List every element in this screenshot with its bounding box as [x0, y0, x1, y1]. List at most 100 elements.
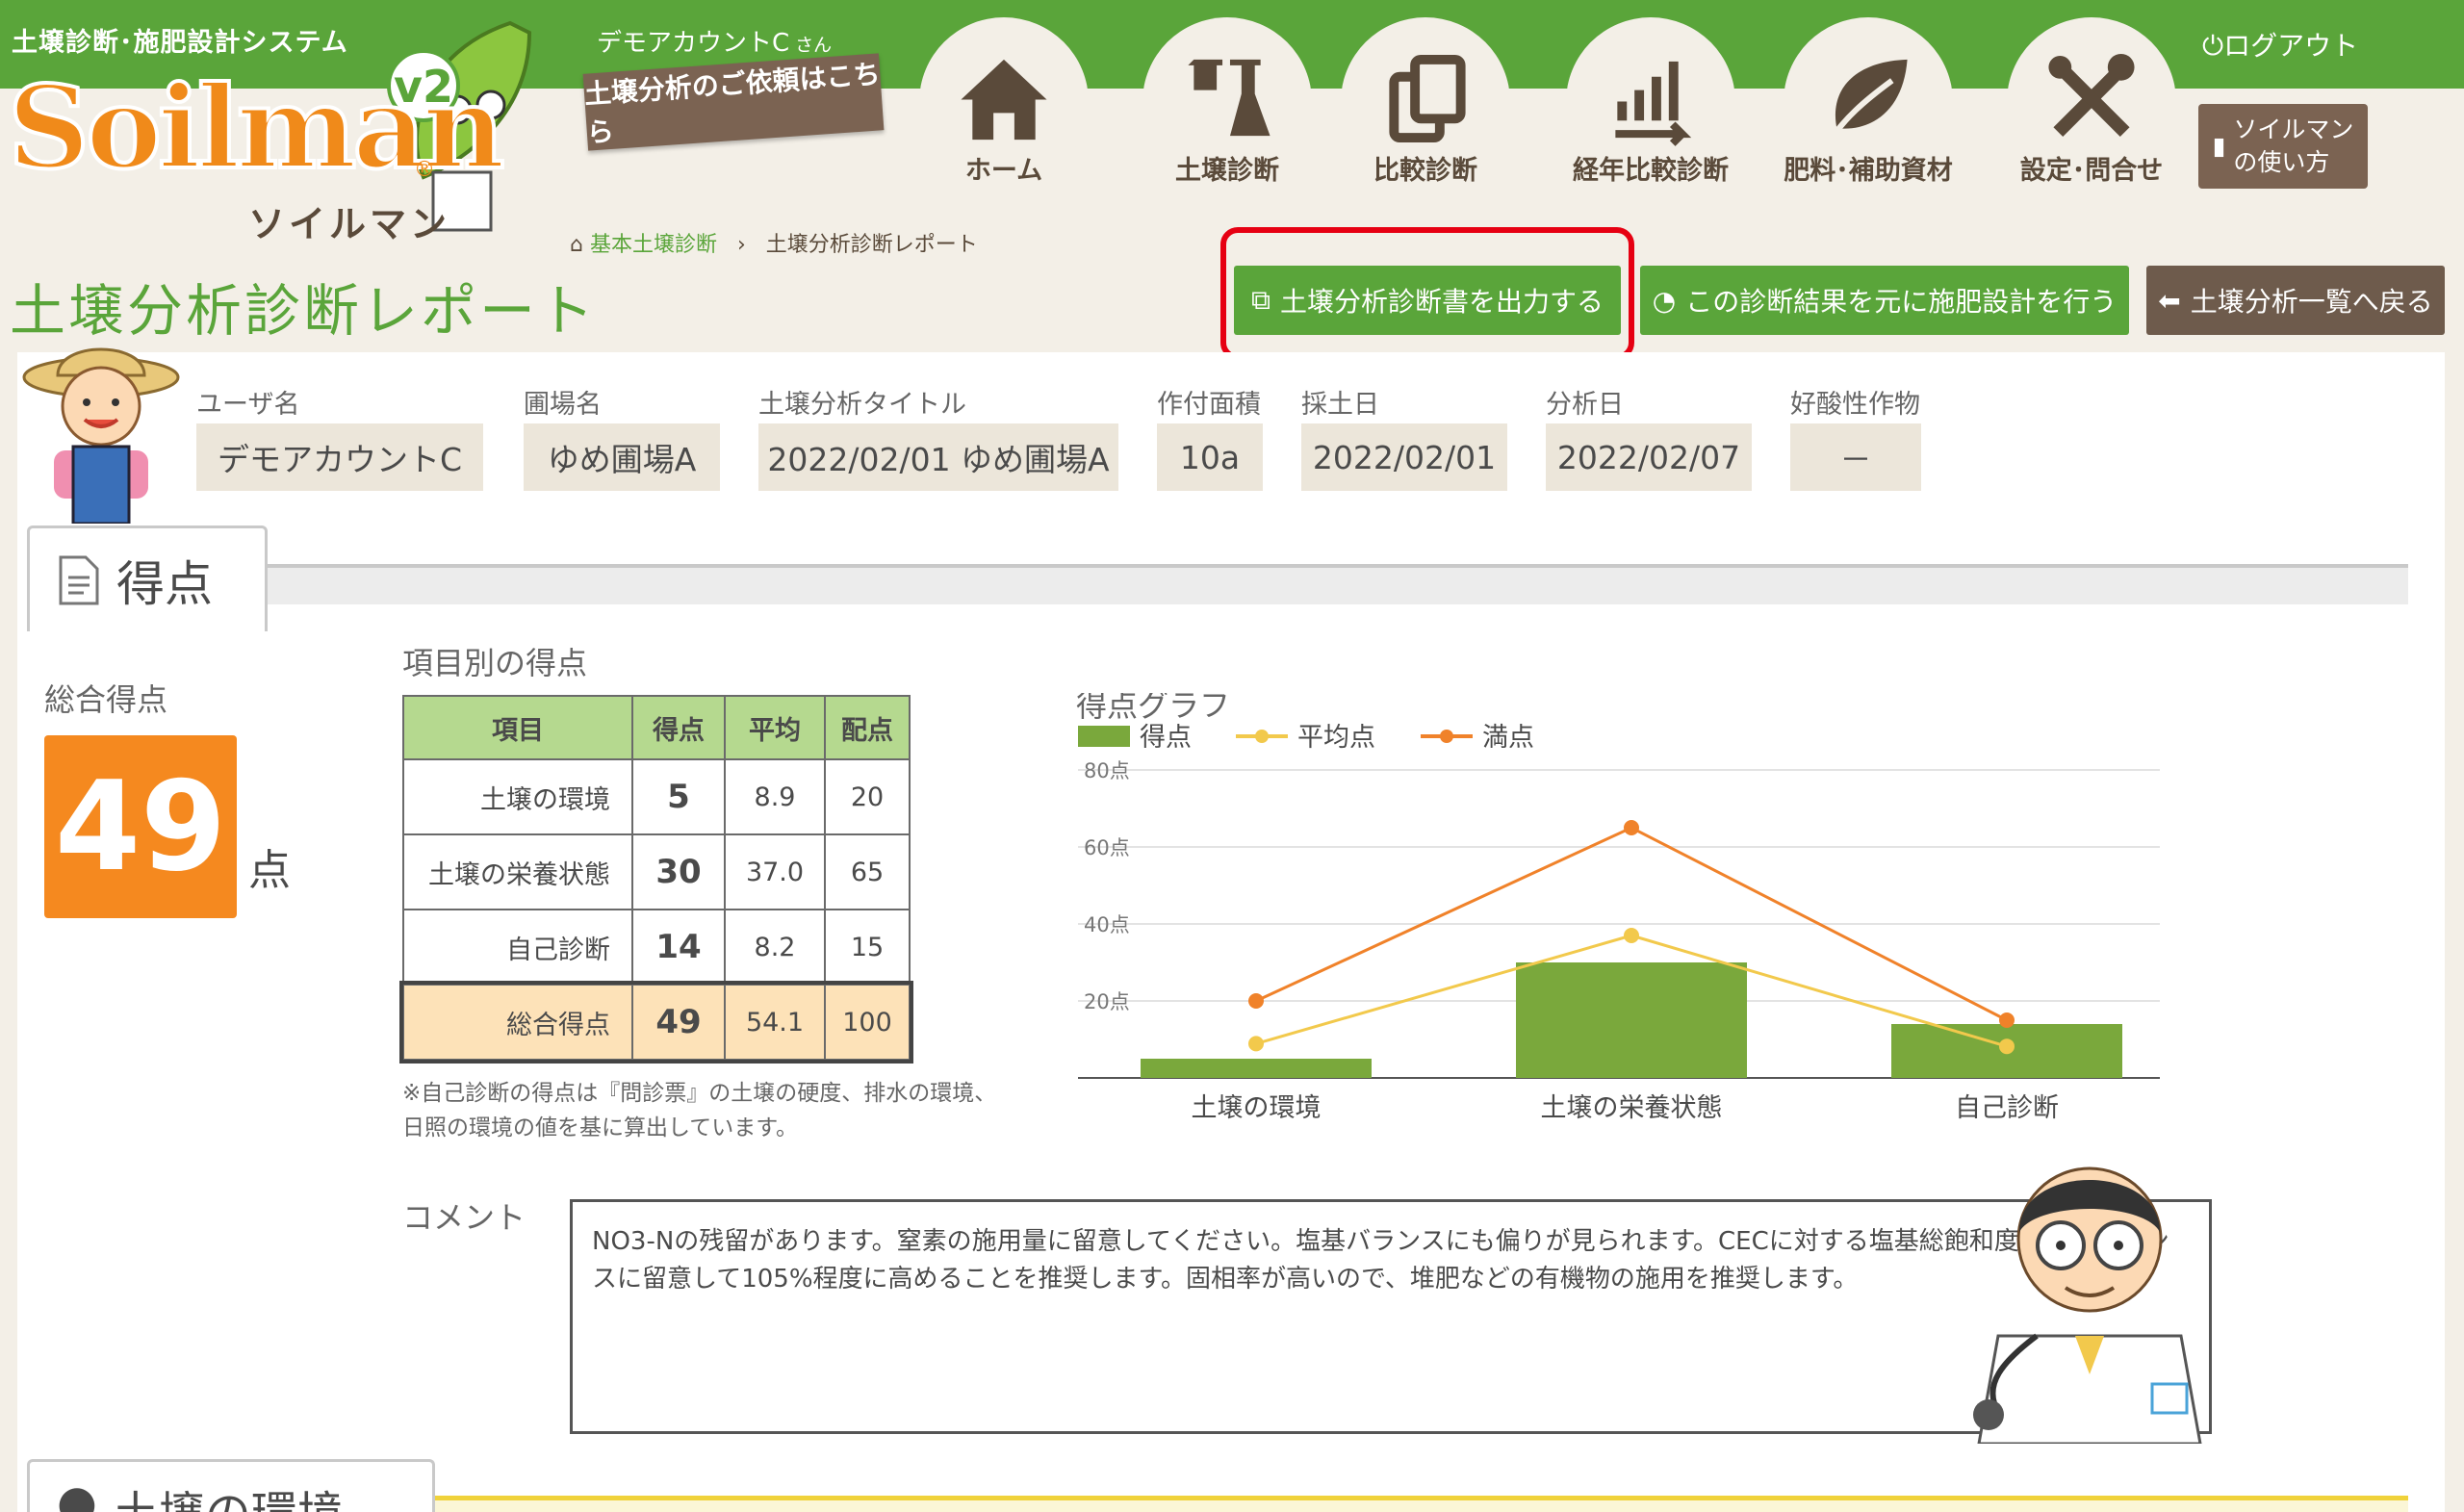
row-average: 8.9	[724, 758, 826, 835]
tab-underline	[266, 564, 2408, 604]
annotation-highlight-box	[1220, 227, 1634, 360]
score-note-line1: ※自己診断の得点は『問診票』の土壌の硬度、排水の環境、	[402, 1081, 997, 1106]
x-tick-label-0: 土壌の環境	[1192, 1093, 1322, 1123]
account-name: デモアカウントC さん	[597, 23, 832, 59]
nav-home[interactable]: ホーム	[912, 17, 1095, 200]
nav-yearly-comparison-label: 経年比較診断	[1573, 156, 1729, 186]
acidophilic-crop-label: 好酸性作物	[1790, 390, 1920, 420]
nav-soil-diagnosis-label: 土壌診断	[1175, 156, 1279, 186]
bar-0	[1141, 1059, 1372, 1078]
nav-yearly-comparison[interactable]: 経年比較診断	[1559, 17, 1742, 200]
doctor-mascot-icon	[1973, 1166, 2202, 1444]
back-to-list-label: 土壌分析一覧へ戻る	[2190, 286, 2433, 318]
user-name-label: ユーザ名	[196, 390, 300, 420]
nav-settings[interactable]: 設定･問合せ	[2000, 17, 2183, 200]
x-tick-label-1: 土壌の栄養状態	[1541, 1093, 1723, 1123]
row-max: 65	[824, 833, 911, 910]
row-max: 20	[824, 758, 911, 835]
table-row: 土壌の栄養状態 30 37.0 65	[402, 833, 911, 910]
nav-fertilizer[interactable]: 肥料･補助資材	[1777, 17, 1960, 200]
nav-comparison-circle: 比較診断	[1341, 17, 1510, 187]
row-item: 自己診断	[402, 909, 633, 986]
book-icon: ▮	[2212, 132, 2226, 160]
planting-area-label: 作付面積	[1157, 390, 1261, 420]
total-score-value: 49	[44, 735, 237, 918]
manual-label: ソイルマン の使い方	[2233, 114, 2353, 179]
col-header-max: 配点	[824, 695, 911, 760]
legend-label-0: 得点	[1140, 723, 1192, 753]
legend-swatch-0	[1078, 726, 1130, 747]
comment-label: コメント	[402, 1199, 526, 1236]
series-point-0-2	[1999, 1038, 2015, 1055]
col-header-item: 項目	[402, 695, 633, 760]
total-row-max: 100	[824, 984, 911, 1061]
row-average: 37.0	[724, 833, 826, 910]
series-point-0-1	[1624, 928, 1639, 943]
legend-dot-2	[1440, 730, 1453, 743]
copy-icon	[1389, 54, 1466, 143]
score-note: ※自己診断の得点は『問診票』の土壌の硬度、排水の環境、 日照の環境の値を基に算出…	[402, 1076, 996, 1145]
row-item: 土壌の栄養状態	[402, 833, 633, 910]
acidophilic-crop-value: －	[1790, 423, 1921, 491]
score-chart: 得点グラフ得点 平均点 満点 80点 60点 40点 20点土壌の環境 土壌の栄養状態 自己診断	[1076, 693, 2160, 1123]
y-tick-label-0: 80点	[1084, 759, 1130, 782]
tab-soil-environment[interactable]: ● 土壌の環境	[27, 1459, 435, 1512]
legend-label-2: 満点	[1482, 723, 1534, 753]
account-name-text: デモアカウントC	[597, 29, 790, 58]
fertilizer-design-button[interactable]: ◔ この診断結果を元に施肥設計を行う	[1640, 266, 2129, 335]
trend-chart-icon	[1615, 61, 1692, 146]
row-item: 土壌の環境	[402, 758, 633, 835]
system-title: 土壌診断･施肥設計システム	[12, 28, 348, 58]
logout-link[interactable]: ⏻ログアウト	[2202, 25, 2358, 64]
tab-score[interactable]: 得点	[27, 525, 268, 631]
nav-comparison[interactable]: 比較診断	[1334, 17, 1517, 200]
soil-icon: ●	[57, 1475, 97, 1512]
farmer-mascot-icon	[22, 347, 180, 524]
item-score-title: 項目別の得点	[402, 645, 588, 681]
nav-home-label: ホーム	[964, 156, 1043, 186]
back-to-list-button[interactable]: ⬅ 土壌分析一覧へ戻る	[2146, 266, 2445, 335]
logo-kana: ソイルマン	[248, 203, 451, 245]
table-row: 自己診断 14 8.2 15	[402, 909, 911, 986]
analysis-title-value: 2022/02/01 ゆめ圃場A	[758, 423, 1118, 491]
breadcrumb: ⌂ 基本土壌診断 › 土壌分析診断レポート	[570, 227, 978, 258]
series-point-1-1	[1624, 820, 1639, 835]
item-score-table: 項目 得点 平均 配点 土壌の環境 5 8.9 20 土壌の栄養状態 30 37…	[399, 695, 913, 1064]
nav-settings-label: 設定･問合せ	[2019, 156, 2164, 186]
table-header-row: 項目 得点 平均 配点	[402, 695, 911, 760]
score-note-line2: 日照の環境の値を基に算出しています。	[402, 1115, 799, 1140]
table-row: 土壌の環境 5 8.9 20	[402, 758, 911, 835]
breadcrumb-basic-diagnosis[interactable]: 基本土壌診断	[590, 233, 717, 257]
series-point-1-2	[1999, 1012, 2015, 1028]
logout-label: ログアウト	[2223, 30, 2359, 62]
user-name-value: デモアカウントC	[196, 423, 483, 491]
total-score-label: 総合得点	[44, 681, 168, 718]
nav-soil-diagnosis[interactable]: 土壌診断	[1136, 17, 1319, 200]
nav-soil-diagnosis-circle: 土壌診断	[1142, 17, 1312, 187]
manual-label-line1: ソイルマン	[2233, 115, 2354, 143]
tab-score-label: 得点	[116, 555, 213, 612]
breadcrumb-current: 土壌分析診断レポート	[765, 233, 978, 257]
analysis-date-value: 2022/02/07	[1546, 423, 1752, 491]
total-row-item: 総合得点	[402, 984, 633, 1061]
nav-comparison-label: 比較診断	[1373, 156, 1477, 186]
nav-yearly-comparison-circle: 経年比較診断	[1566, 17, 1735, 187]
y-tick-label-3: 20点	[1084, 990, 1130, 1013]
bar-1	[1516, 962, 1747, 1078]
manual-label-line2: の使い方	[2233, 148, 2330, 176]
row-score: 30	[631, 833, 726, 910]
account-suffix: さん	[795, 35, 833, 56]
flask-icon	[1188, 59, 1270, 137]
col-header-average: 平均	[724, 695, 826, 760]
fertilizer-design-label: この診断結果を元に施肥設計を行う	[1685, 286, 2118, 318]
manual-button[interactable]: ▮ ソイルマンの使い方	[2198, 104, 2368, 189]
sampling-date-label: 採土日	[1301, 390, 1379, 420]
gauge-icon: ◔	[1652, 284, 1677, 317]
nav-fertilizer-label: 肥料･補助資材	[1784, 156, 1953, 186]
planting-area-value: 10a	[1157, 423, 1263, 491]
tab2-underline	[433, 1496, 2408, 1512]
y-tick-label-2: 40点	[1084, 913, 1130, 936]
nav-home-circle: ホーム	[919, 17, 1089, 187]
row-max: 15	[824, 909, 911, 986]
nav-fertilizer-circle: 肥料･補助資材	[1784, 17, 1953, 187]
